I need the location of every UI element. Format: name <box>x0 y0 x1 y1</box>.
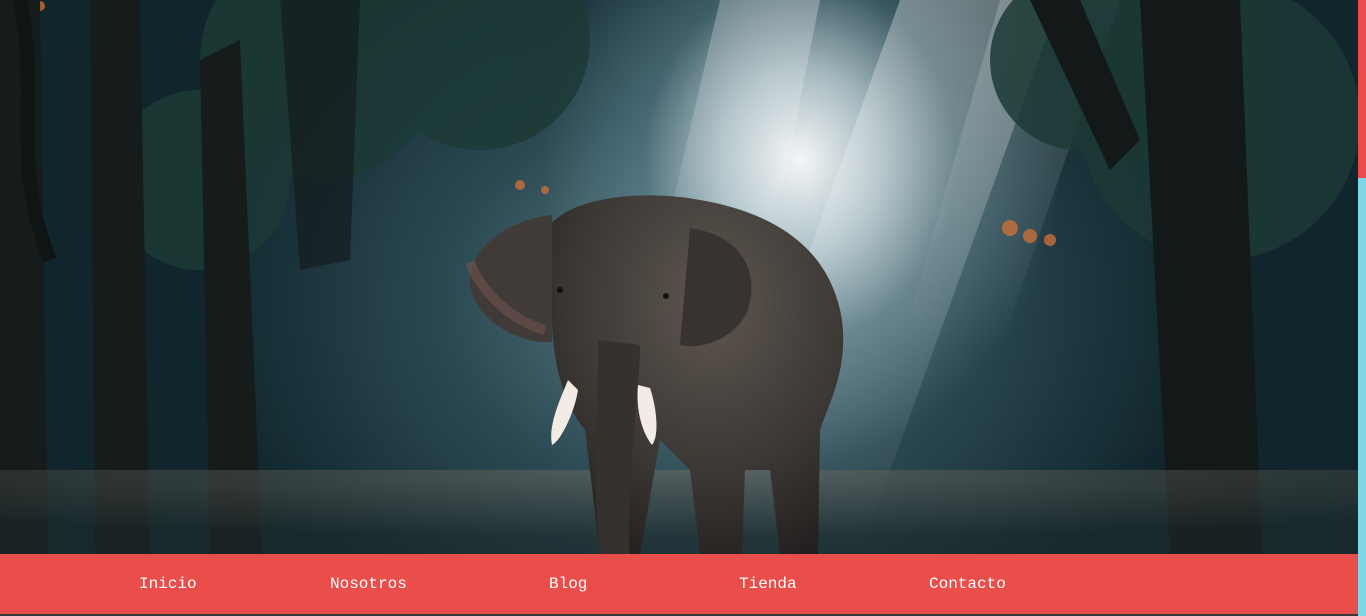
elephant-forest-illustration <box>0 0 1358 554</box>
page-scrollbar[interactable] <box>1358 0 1366 616</box>
nav-link-contacto[interactable]: Contacto <box>929 574 1006 594</box>
page: Inicio Nosotros Blog Tienda Contacto <box>0 0 1366 616</box>
hero-image <box>0 0 1358 554</box>
nav-link-inicio[interactable]: Inicio <box>139 574 197 594</box>
scrollbar-thumb[interactable] <box>1358 0 1366 178</box>
nav-link-blog[interactable]: Blog <box>549 574 587 594</box>
nav-link-tienda[interactable]: Tienda <box>739 574 797 594</box>
main-navigation: Inicio Nosotros Blog Tienda Contacto <box>0 554 1358 614</box>
nav-link-nosotros[interactable]: Nosotros <box>330 574 407 594</box>
